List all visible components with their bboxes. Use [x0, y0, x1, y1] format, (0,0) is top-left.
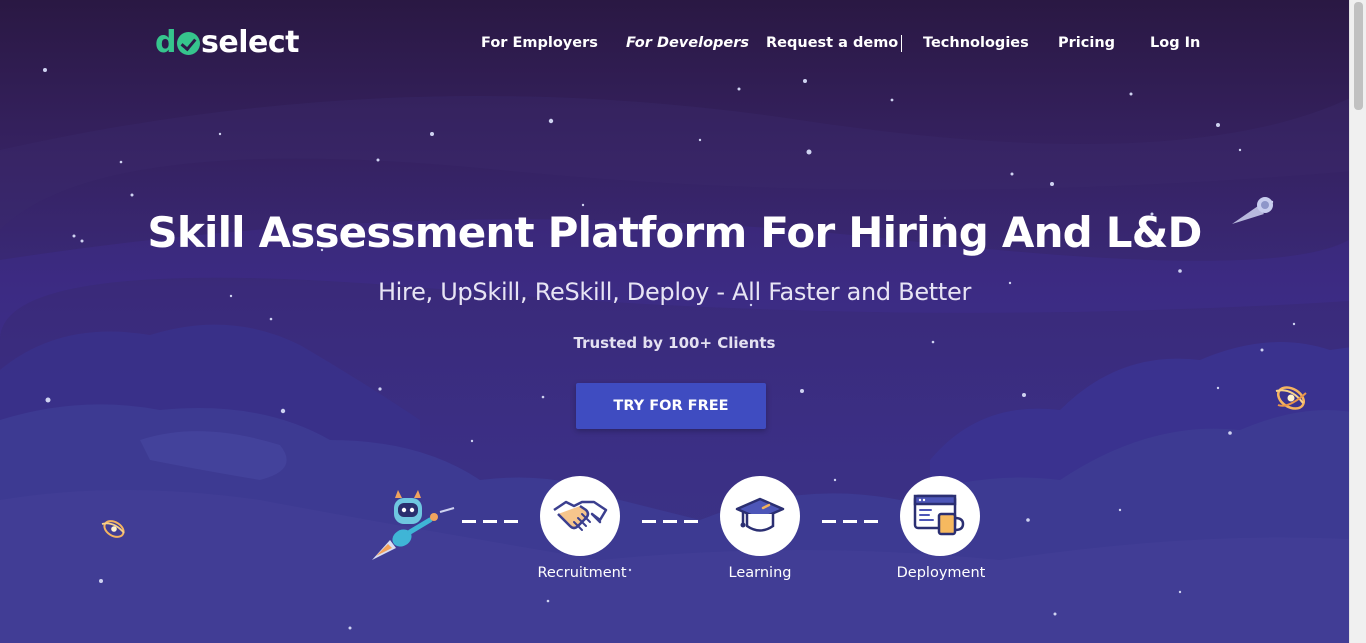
handshake-icon	[553, 500, 608, 531]
step-recruitment[interactable]	[540, 476, 620, 556]
try-for-free-button[interactable]: TRY FOR FREE	[576, 383, 766, 429]
connector-dash	[483, 520, 497, 523]
space-background	[0, 68, 1366, 643]
galaxy-icon	[1275, 386, 1307, 410]
nav-log-in[interactable]: Log In	[1150, 35, 1200, 51]
step-learning[interactable]	[720, 476, 800, 556]
connector-dash	[822, 520, 836, 523]
logo-text-d: d	[155, 24, 176, 60]
connector-dash	[684, 520, 698, 523]
trusted-by-clients: Trusted by 100+ Clients	[573, 334, 776, 352]
scrollbar-thumb[interactable]	[1354, 2, 1363, 110]
nav-divider	[901, 35, 902, 52]
nav-for-employers[interactable]: For Employers	[481, 35, 598, 51]
connector-dash	[843, 520, 857, 523]
step-label-recruitment: Recruitment	[537, 565, 627, 581]
connector-dash	[642, 520, 656, 523]
robot-mascot-icon	[372, 490, 455, 560]
logo-check-icon	[176, 32, 200, 55]
step-deployment[interactable]	[900, 476, 980, 556]
galaxy-icon	[101, 520, 125, 538]
browser-coffee-icon	[913, 494, 965, 536]
step-label-deployment: Deployment	[896, 565, 986, 581]
hero-title: Skill Assessment Platform For Hiring And…	[147, 208, 1202, 257]
connector-dash	[462, 520, 476, 523]
connector-dash	[663, 520, 677, 523]
nav-technologies[interactable]: Technologies	[923, 35, 1029, 51]
connector-dash	[504, 520, 518, 523]
step-label-learning: Learning	[728, 565, 792, 581]
connector-dash	[864, 520, 878, 523]
nav-pricing[interactable]: Pricing	[1058, 35, 1115, 51]
doselect-logo[interactable]: d select	[155, 22, 299, 62]
hero-subtitle: Hire, UpSkill, ReSkill, Deploy - All Fas…	[377, 278, 972, 306]
page-scrollbar[interactable]	[1349, 0, 1366, 643]
nav-for-developers[interactable]: For Developers	[626, 35, 749, 51]
logo-text-select: select	[200, 24, 299, 60]
nav-request-demo[interactable]: Request a demo	[766, 35, 898, 51]
graduation-cap-icon	[735, 497, 785, 532]
